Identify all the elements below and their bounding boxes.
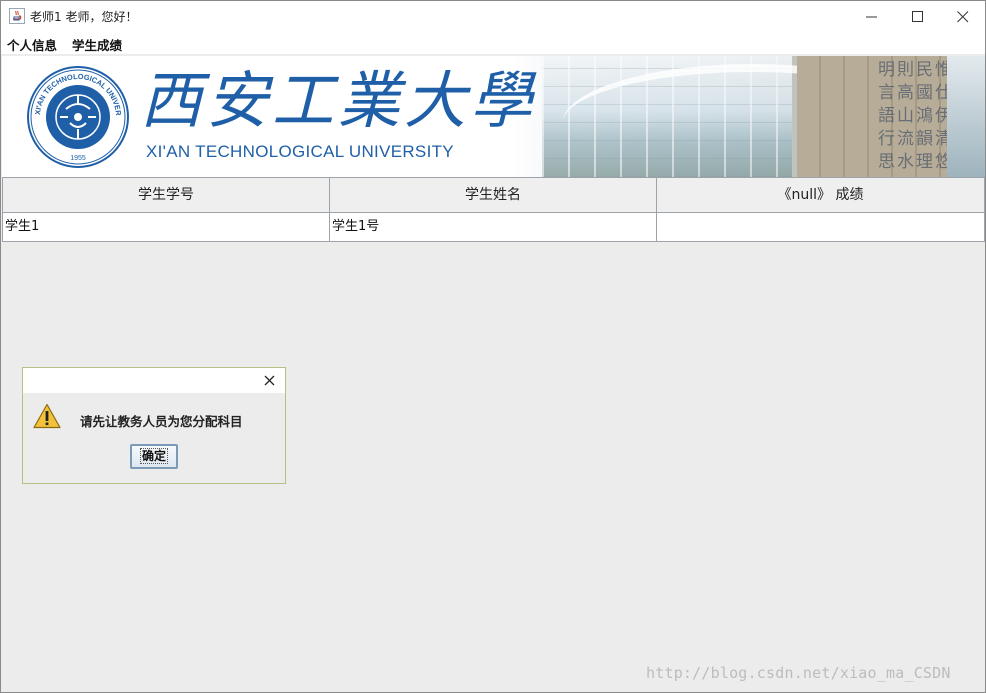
- university-english-name: XI'AN TECHNOLOGICAL UNIVERSITY: [146, 142, 454, 161]
- ok-button-label: 确定: [139, 448, 168, 464]
- warning-icon: [33, 403, 61, 429]
- window-title: 老师1 老师，您好！: [30, 10, 138, 24]
- cell-student-id[interactable]: 学生1: [2, 213, 330, 241]
- column-header-grade[interactable]: 《null》 成绩: [656, 178, 985, 213]
- table-row[interactable]: 学生1 学生1号: [2, 213, 985, 242]
- university-chinese-name: 西安工業大學: [140, 64, 537, 137]
- close-icon: [957, 11, 969, 23]
- university-banner: 惟仕伊清悠民國鴻韻理則高山流水明言語行思 XI'AN TECHNOLOGICAL…: [2, 56, 985, 177]
- dialog-close-button[interactable]: [261, 372, 279, 390]
- seal-year: 1955: [70, 155, 86, 162]
- cell-student-name[interactable]: 学生1号: [329, 213, 657, 241]
- maximize-icon: [912, 11, 923, 22]
- column-header-student-id[interactable]: 学生学号: [2, 178, 330, 213]
- column-header-student-name[interactable]: 学生姓名: [329, 178, 657, 213]
- watermark-url: http://blog.csdn.net/xiao_ma_CSDN: [646, 664, 951, 682]
- main-window: 老师1 老师，您好！ 个人信息 学生成绩 惟仕伊清悠民國鴻韻理則高山流水明言語行…: [0, 0, 986, 693]
- university-seal-logo: XI'AN TECHNOLOGICAL UNIVERSITY 1955: [26, 65, 129, 168]
- calligraphy-text: 惟仕伊清悠民國鴻韻理則高山流水明言語行思: [874, 60, 950, 175]
- menu-personal-info[interactable]: 个人信息: [7, 35, 57, 54]
- dialog-title-bar[interactable]: [23, 368, 285, 393]
- close-button[interactable]: [940, 1, 986, 32]
- title-bar[interactable]: 老师1 老师，您好！: [1, 1, 985, 32]
- close-icon: [264, 375, 275, 386]
- minimize-icon: [866, 16, 877, 18]
- warning-dialog: 请先让教务人员为您分配科目 确定: [22, 367, 286, 484]
- java-app-icon: [9, 8, 25, 24]
- cell-grade[interactable]: [656, 213, 985, 241]
- menu-bar: 个人信息 学生成绩: [1, 32, 985, 54]
- table-header: 学生学号 学生姓名 《null》 成绩: [2, 177, 985, 213]
- menu-student-grades[interactable]: 学生成绩: [72, 35, 122, 54]
- dialog-message: 请先让教务人员为您分配科目: [80, 414, 243, 429]
- minimize-button[interactable]: [849, 1, 895, 32]
- banner-pillar: [947, 56, 985, 177]
- ok-button[interactable]: 确定: [130, 444, 178, 469]
- maximize-button[interactable]: [895, 1, 941, 32]
